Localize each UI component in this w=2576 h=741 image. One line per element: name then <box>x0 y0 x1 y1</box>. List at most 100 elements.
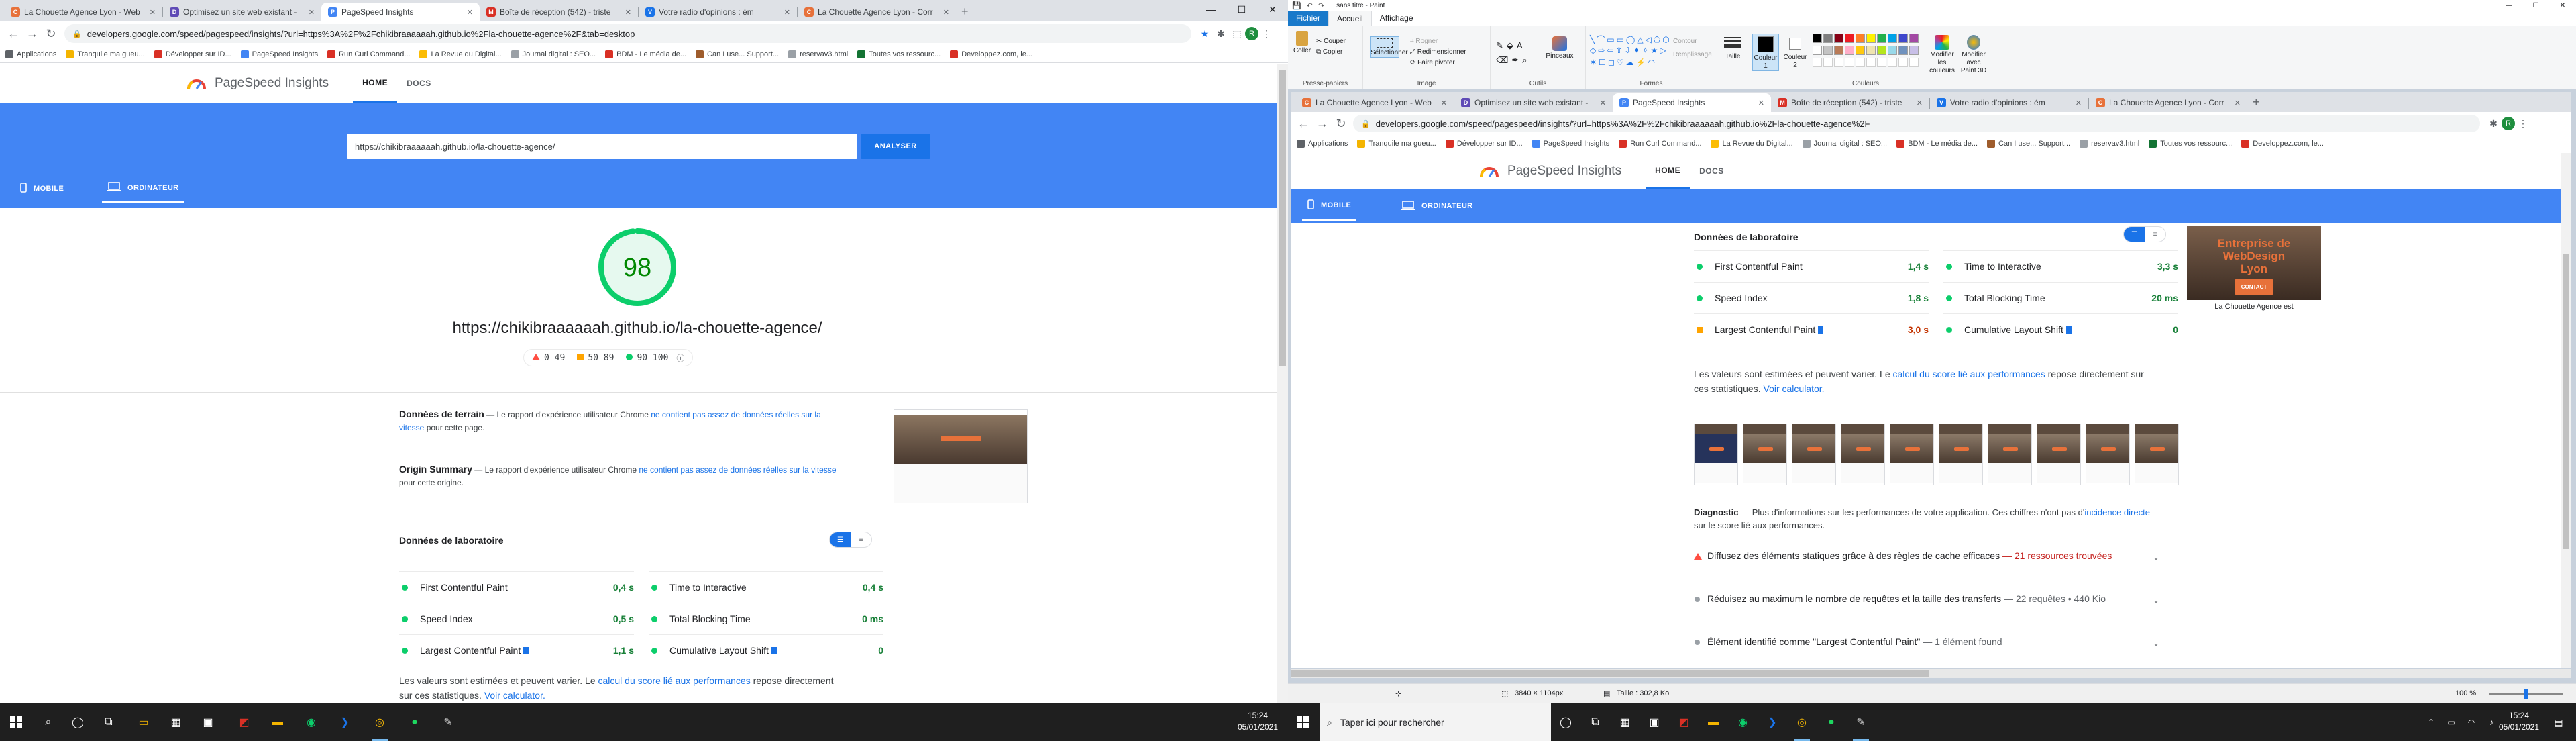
custom-swatch[interactable] <box>1845 58 1854 67</box>
nav-home[interactable]: HOME <box>353 64 398 103</box>
palette-swatch[interactable] <box>1909 34 1919 43</box>
save-icon[interactable]: 💾 <box>1292 1 1301 10</box>
paint-menu-0[interactable]: Fichier <box>1288 11 1329 26</box>
tab-close-icon[interactable]: ✕ <box>1441 99 1447 107</box>
office-icon-2[interactable]: ◩ <box>1674 713 1693 732</box>
audit-item[interactable]: Diffusez des éléments statiques grâce à … <box>1694 542 2163 583</box>
bookmark-item[interactable]: Can I use... Support... <box>696 50 779 58</box>
shapes-gallery[interactable]: ╲⌒▭▭◯△◁⬠⬡ <box>1590 34 1672 45</box>
spotify-icon[interactable]: ● <box>405 713 424 732</box>
search-icon[interactable]: ⌕ <box>39 713 58 732</box>
tab-close-icon[interactable]: ✕ <box>2076 99 2082 107</box>
reload-icon[interactable]: ↻ <box>42 27 60 41</box>
custom-swatch[interactable] <box>1834 58 1843 67</box>
tab-mobile[interactable]: MOBILE <box>15 174 69 203</box>
bookmark-item[interactable]: PageSpeed Insights <box>240 50 318 58</box>
paint-maximize-icon[interactable]: ☐ <box>2522 2 2549 9</box>
custom-swatch[interactable] <box>1856 58 1865 67</box>
shapes-gallery-2[interactable]: ◇⇨⇦⇧⇩✦✧★▷ <box>1590 46 1668 55</box>
notification-icon[interactable]: ▤ <box>2549 713 2568 732</box>
tab[interactable]: M Boîte de réception (542) - triste ✕ <box>480 3 638 21</box>
zoom-slider-thumb[interactable] <box>2524 689 2528 699</box>
view-toggle[interactable]: ☰ ≡ <box>829 532 872 548</box>
calculator-icon-2[interactable]: ▦ <box>1615 713 1634 732</box>
undo-icon[interactable]: ↶ <box>1307 1 1313 10</box>
detail-view-icon[interactable]: ≡ <box>851 532 871 547</box>
spotify-icon-2[interactable]: ● <box>1822 713 1841 732</box>
bookmark-item[interactable]: reservav3.html <box>788 50 848 58</box>
star-icon[interactable]: ★ <box>1197 28 1213 40</box>
paint3d-button[interactable]: Modifier avec Paint 3D <box>1959 35 1988 75</box>
canvas-tab[interactable]: C La Chouette Agence Lyon - Corr ✕ <box>2089 93 2247 112</box>
palette-swatch[interactable] <box>1834 46 1843 55</box>
bookmark-item[interactable]: Tranquile ma gueu... <box>66 50 145 58</box>
tab-close-icon[interactable]: ✕ <box>150 8 156 17</box>
cut-button[interactable]: ✂ Couper <box>1316 38 1346 45</box>
calculator-icon[interactable]: ▦ <box>166 713 185 732</box>
paint-minimize-icon[interactable]: — <box>2496 2 2522 9</box>
chevron-down-icon[interactable]: ⌄ <box>2149 542 2163 583</box>
copy-button[interactable]: ⧉ Copier <box>1316 48 1342 56</box>
close-window-icon[interactable]: ✕ <box>1257 0 1288 19</box>
custom-swatch[interactable] <box>1909 58 1919 67</box>
tab-close-icon[interactable]: ✕ <box>467 8 473 17</box>
canvas-bookmark-item[interactable]: La Revue du Digital... <box>1711 139 1793 148</box>
folder-icon[interactable]: ▬ <box>268 713 287 732</box>
tab-close-icon[interactable]: ✕ <box>784 8 790 17</box>
brushes-button[interactable]: Pinceaux <box>1544 36 1575 60</box>
palette-swatch[interactable] <box>1866 34 1876 43</box>
calculator-link[interactable]: Voir calculator. <box>484 690 545 701</box>
network-icon[interactable]: ▭ <box>2442 713 2461 732</box>
paint-hscrollbar[interactable] <box>1291 669 2571 678</box>
tab[interactable]: D Optimisez un site web existant - ✕ <box>163 3 321 21</box>
audit-item[interactable]: Élément identifié comme "Largest Content… <box>1694 628 2163 668</box>
canvas-bookmark-item[interactable]: PageSpeed Insights <box>1532 139 1609 148</box>
info-icon[interactable]: ⓘ <box>676 352 684 364</box>
windows-start-icon[interactable] <box>7 713 25 732</box>
tab-close-icon[interactable]: ✕ <box>1758 99 1764 107</box>
chevron-down-icon[interactable]: ⌄ <box>2149 628 2163 668</box>
origin-link[interactable]: ne contient pas assez de données réelles… <box>639 465 836 475</box>
shapes-gallery-3[interactable]: ✶☐◻♡☁⚡◠ <box>1590 58 1657 67</box>
palette-swatch[interactable] <box>1845 46 1854 55</box>
tab-close-icon[interactable]: ✕ <box>1600 99 1606 107</box>
resize-button[interactable]: ⤢ Redimensionner <box>1410 48 1466 56</box>
tab-close-icon[interactable]: ✕ <box>2235 99 2241 107</box>
bookmark-item[interactable]: Run Curl Command... <box>327 50 410 58</box>
canvas-bookmark-item[interactable]: Developpez.com, le... <box>2241 139 2324 148</box>
right-clock[interactable]: 15:24 05/01/2021 <box>2496 710 2542 733</box>
color1-button[interactable]: Couleur 1 <box>1752 34 1779 71</box>
extension-icon[interactable]: ✱ <box>1213 28 1229 40</box>
rotate-button[interactable]: ⟳ Faire pivoter <box>1410 59 1455 66</box>
new-tab-button[interactable]: + <box>956 3 974 21</box>
palette-swatch[interactable] <box>1909 46 1919 55</box>
canvas-bookmark-item[interactable]: Tranquile ma gueu... <box>1357 139 1436 148</box>
canvas-bookmark-item[interactable]: Toutes vos ressourc... <box>2149 139 2232 148</box>
palette-swatch[interactable] <box>1834 34 1843 43</box>
palette-swatch[interactable] <box>1877 34 1886 43</box>
photos-icon[interactable]: ▣ <box>199 713 217 732</box>
canvas-bookmark-item[interactable]: Run Curl Command... <box>1619 139 1701 148</box>
chrome-icon-2[interactable]: ◎ <box>1792 713 1811 741</box>
tab[interactable]: C La Chouette Agence Lyon - Web ✕ <box>4 3 162 21</box>
upwork-icon[interactable]: ◉ <box>302 713 321 732</box>
paint-menu-2[interactable]: Affichage <box>1372 11 1421 26</box>
canvas-bookmark-item[interactable]: Applications <box>1297 139 1348 148</box>
taskbar-search-box[interactable]: ⌕ Taper ici pour rechercher <box>1320 703 1551 741</box>
tray-chevron-icon[interactable]: ⌃ <box>2422 713 2440 732</box>
left-scroll-thumb[interactable] <box>1279 70 1286 366</box>
canvas-tab[interactable]: P PageSpeed Insights ✕ <box>1613 93 1771 112</box>
palette-swatch[interactable] <box>1866 46 1876 55</box>
left-clock[interactable]: 15:24 05/01/2021 <box>1234 710 1281 733</box>
paint-taskbar-icon[interactable]: ✎ <box>439 713 458 732</box>
palette-swatch[interactable] <box>1813 34 1822 43</box>
edit-colors-button[interactable]: Modifier les couleurs <box>1928 35 1956 75</box>
tab-desktop[interactable]: ORDINATEUR <box>102 174 184 203</box>
canvas-bookmark-item[interactable]: Journal digital : SEO... <box>1802 139 1887 148</box>
chevron-down-icon[interactable]: ⌄ <box>2149 585 2163 626</box>
palette-swatch[interactable] <box>1856 46 1865 55</box>
forward-icon[interactable]: → <box>23 27 42 41</box>
canvas-bookmark-item[interactable]: reservav3.html <box>2080 139 2139 148</box>
score-calc-link[interactable]: calcul du score lié aux performances <box>598 675 751 686</box>
paint-menu-1[interactable]: Accueil <box>1328 11 1372 26</box>
